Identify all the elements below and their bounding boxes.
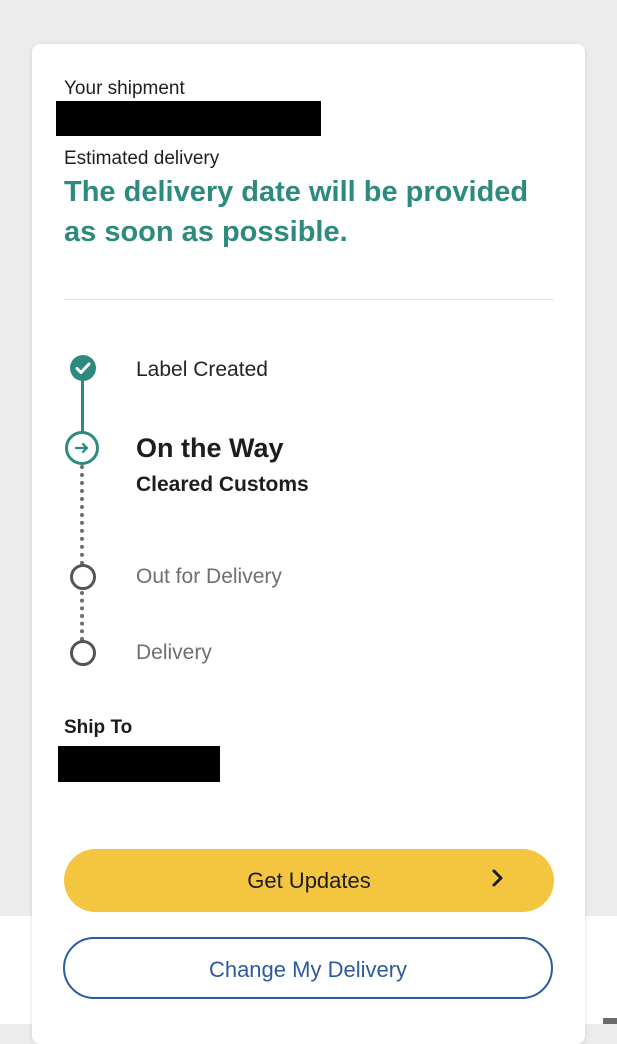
scroll-indicator bbox=[603, 1018, 617, 1024]
step-out-for-delivery: Out for Delivery bbox=[136, 565, 282, 588]
arrow-right-icon bbox=[65, 431, 99, 465]
timeline-line-pending bbox=[80, 591, 84, 641]
ship-to-address-redacted bbox=[58, 746, 220, 782]
get-updates-button[interactable]: Get Updates bbox=[64, 849, 554, 912]
ship-to-label: Ship To bbox=[64, 717, 133, 738]
change-delivery-button[interactable]: Change My Delivery bbox=[63, 937, 553, 999]
shipment-card: Your shipment Estimated delivery The del… bbox=[32, 44, 585, 1044]
get-updates-label: Get Updates bbox=[247, 868, 371, 893]
tracking-timeline: Label Created On the Way Cleared Customs… bbox=[32, 44, 585, 744]
chevron-right-icon bbox=[490, 865, 506, 896]
timeline-line-pending bbox=[80, 465, 84, 565]
pending-circle-icon bbox=[70, 564, 96, 590]
step-on-the-way: On the Way bbox=[136, 433, 284, 463]
timeline-line-complete bbox=[81, 380, 84, 434]
change-delivery-label: Change My Delivery bbox=[208, 957, 408, 982]
step-on-the-way-subtitle: Cleared Customs bbox=[136, 473, 309, 496]
pending-circle-icon bbox=[70, 640, 96, 666]
step-label-created: Label Created bbox=[136, 358, 268, 381]
check-icon bbox=[70, 355, 96, 381]
step-delivery: Delivery bbox=[136, 641, 212, 664]
